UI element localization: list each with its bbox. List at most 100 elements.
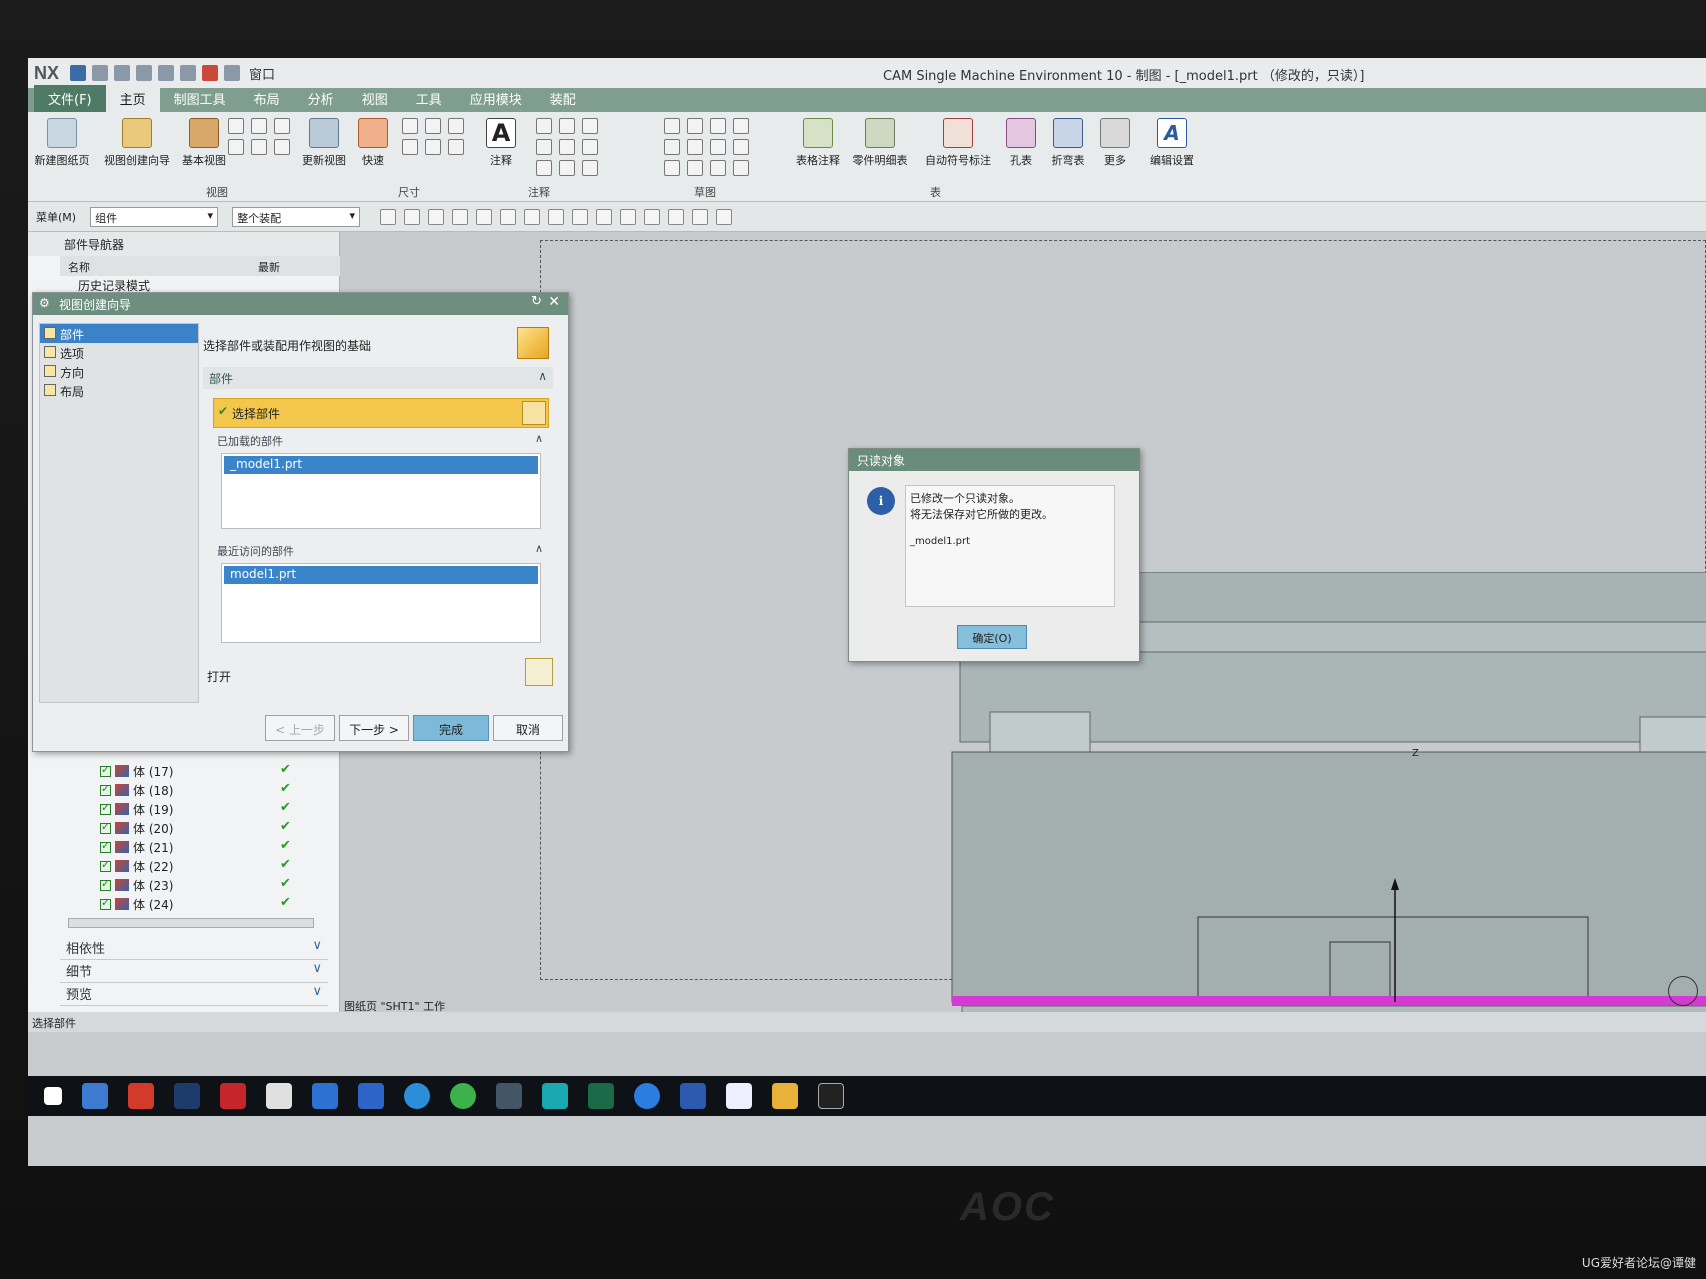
rectangle-icon[interactable]: [687, 118, 703, 134]
redo-icon[interactable]: [114, 65, 131, 81]
angular-dim-icon[interactable]: [448, 118, 464, 134]
polygon-icon[interactable]: [733, 139, 749, 155]
grid-icon[interactable]: [692, 208, 709, 225]
balloon-icon[interactable]: [536, 160, 552, 176]
select-part-icon[interactable]: [522, 401, 546, 425]
tab-drafting-tools[interactable]: 制图工具: [160, 85, 240, 112]
type-filter-select[interactable]: 组件: [90, 206, 219, 227]
autocad-taskbar-icon[interactable]: [128, 1083, 154, 1109]
note-button[interactable]: A 注释: [476, 118, 526, 168]
radial-dim-icon[interactable]: [425, 118, 441, 134]
pdf-taskbar-icon[interactable]: [266, 1083, 292, 1109]
chamfer-dim-icon[interactable]: [402, 139, 418, 155]
view-style-icon[interactable]: [251, 139, 267, 155]
app2-taskbar-icon[interactable]: [542, 1083, 568, 1109]
column-latest[interactable]: 最新: [250, 256, 288, 276]
arc-length-dim-icon[interactable]: [448, 139, 464, 155]
finish-button[interactable]: 完成: [413, 715, 489, 741]
tab-home[interactable]: 主页: [105, 85, 160, 112]
endpoint-icon[interactable]: [452, 208, 469, 225]
datum-feature-icon[interactable]: [559, 118, 575, 134]
app3-taskbar-icon[interactable]: [588, 1083, 614, 1109]
line-icon[interactable]: [710, 118, 726, 134]
photoshop-taskbar-icon[interactable]: [174, 1083, 200, 1109]
visibility-checkbox[interactable]: [100, 763, 111, 777]
trim-icon[interactable]: [733, 160, 749, 176]
thickness-dim-icon[interactable]: [425, 139, 441, 155]
preview-section[interactable]: 预览 ∨: [60, 984, 328, 1006]
fillet-icon[interactable]: [710, 160, 726, 176]
recent-parts-header[interactable]: 最近访问的部件 ∧: [213, 541, 549, 561]
app-taskbar-icon[interactable]: [220, 1083, 246, 1109]
part-section-header[interactable]: 部件 ∧: [203, 367, 553, 389]
step-options[interactable]: 选项: [40, 343, 198, 362]
sketch-profile-icon[interactable]: [664, 118, 680, 134]
ok-button[interactable]: 确定(O): [957, 625, 1027, 649]
window-menu[interactable]: 窗口: [249, 64, 275, 83]
section-view-icon[interactable]: [251, 118, 267, 134]
quick-dimension-button[interactable]: 快速: [348, 118, 398, 168]
image-icon[interactable]: [559, 160, 575, 176]
studio-spline-icon[interactable]: [710, 139, 726, 155]
hole-table-button[interactable]: 孔表: [996, 118, 1046, 168]
visibility-checkbox[interactable]: [100, 877, 111, 891]
reset-icon[interactable]: ↻: [531, 294, 542, 309]
show-hide-icon[interactable]: [716, 208, 733, 225]
datum-target-icon[interactable]: [582, 118, 598, 134]
projected-view-icon[interactable]: [228, 118, 244, 134]
point-icon[interactable]: [687, 139, 703, 155]
existing-point-icon[interactable]: [596, 208, 613, 225]
hatch-icon[interactable]: [582, 160, 598, 176]
qq-taskbar-icon[interactable]: [818, 1083, 844, 1109]
new-sheet-button[interactable]: 新建图纸页: [28, 118, 96, 168]
select-part-row[interactable]: 选择部件: [213, 398, 549, 428]
horizontal-scrollbar[interactable]: [68, 918, 314, 928]
point-on-curve-icon[interactable]: [620, 208, 637, 225]
zoom-icon[interactable]: [668, 208, 685, 225]
app5-taskbar-icon[interactable]: [680, 1083, 706, 1109]
details-section[interactable]: 细节 ∨: [60, 961, 328, 983]
tree-body-20[interactable]: 体 (20): [100, 819, 173, 837]
tree-body-17[interactable]: 体 (17): [100, 762, 173, 780]
step-part[interactable]: 部件: [40, 324, 198, 343]
gear-icon[interactable]: ⚙: [39, 296, 50, 310]
tab-assembly[interactable]: 装配: [536, 85, 590, 112]
visibility-checkbox[interactable]: [100, 820, 111, 834]
break-view-icon[interactable]: [228, 139, 244, 155]
symbol-icon[interactable]: [536, 139, 552, 155]
cut-icon[interactable]: [136, 65, 153, 81]
lasso-icon[interactable]: [428, 208, 445, 225]
visibility-checkbox[interactable]: [100, 801, 111, 815]
windows-start-icon[interactable]: [44, 1087, 62, 1105]
wechat-taskbar-icon[interactable]: [450, 1083, 476, 1109]
selection-scope-select[interactable]: 整个装配: [232, 206, 361, 227]
snap-point-icon[interactable]: [380, 208, 397, 225]
recent-part-item[interactable]: model1.prt: [224, 566, 538, 584]
cancel-button[interactable]: 取消: [493, 715, 563, 741]
tab-analysis[interactable]: 分析: [294, 85, 348, 112]
tab-tools[interactable]: 工具: [402, 85, 456, 112]
open-folder-icon[interactable]: [525, 658, 553, 686]
tree-body-22[interactable]: 体 (22): [100, 857, 173, 875]
loaded-part-item[interactable]: _model1.prt: [224, 456, 538, 474]
center-icon[interactable]: [548, 208, 565, 225]
repeat-command-icon[interactable]: [202, 65, 219, 81]
menu-dropdown[interactable]: 菜单(M): [36, 209, 76, 225]
visibility-checkbox[interactable]: [100, 839, 111, 853]
visibility-checkbox[interactable]: [100, 782, 111, 796]
nx-taskbar-icon[interactable]: [82, 1083, 108, 1109]
security-taskbar-icon[interactable]: [358, 1083, 384, 1109]
view-wizard-button[interactable]: 视图创建向导: [98, 118, 176, 168]
feature-control-icon[interactable]: [536, 118, 552, 134]
tree-body-23[interactable]: 体 (23): [100, 876, 173, 894]
explorer-taskbar-icon[interactable]: [772, 1083, 798, 1109]
tab-application[interactable]: 应用模块: [456, 85, 536, 112]
tree-body-24[interactable]: 体 (24): [100, 895, 173, 913]
browser-taskbar-icon[interactable]: [312, 1083, 338, 1109]
tree-body-19[interactable]: 体 (19): [100, 800, 173, 818]
quadrant-icon[interactable]: [572, 208, 589, 225]
bend-table-button[interactable]: 折弯表: [1040, 118, 1096, 168]
paste-icon[interactable]: [180, 65, 197, 81]
intersection-icon[interactable]: [524, 208, 541, 225]
linear-dim-icon[interactable]: [402, 118, 418, 134]
